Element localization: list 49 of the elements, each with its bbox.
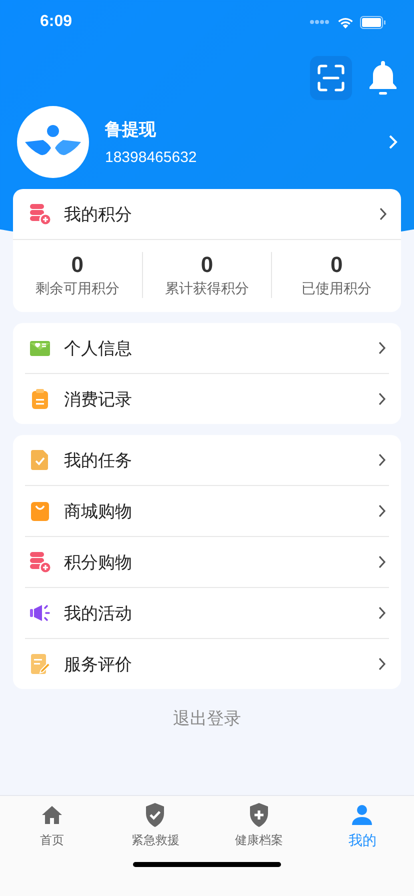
chevron-icon (378, 453, 386, 467)
pencil-note-icon (28, 652, 52, 676)
tab-item[interactable]: 健康档案 (207, 802, 310, 860)
shield-plus-icon (248, 802, 270, 828)
points-value: 0 (200, 252, 214, 278)
menu-label: 我的任务 (64, 450, 133, 472)
menu-label: 商城购物 (64, 500, 133, 522)
menu-label: 个人信息 (64, 338, 133, 360)
points-value: 0 (330, 252, 343, 278)
status-time: 6:09 (40, 13, 72, 31)
chevron-icon (379, 207, 387, 221)
points-value: 0 (71, 252, 84, 278)
menu-label: 积分购物 (64, 552, 133, 574)
menu-item[interactable]: 个人信息 (25, 323, 389, 374)
chevron-icon (388, 134, 398, 150)
menu-label: 我的活动 (64, 602, 133, 624)
menu-item[interactable]: 我的任务 (25, 435, 389, 486)
wifi-icon (337, 16, 354, 28)
menu-label: 消费记录 (64, 388, 133, 410)
signal-icon (309, 19, 331, 25)
menu-item[interactable]: 服务评价 (25, 639, 389, 689)
chevron-icon (378, 606, 386, 620)
tab-item[interactable]: 首页 (0, 802, 104, 860)
person-icon (351, 802, 374, 828)
tab-item[interactable]: 紧急救援 (104, 802, 207, 860)
shopping-bag-icon (28, 499, 52, 523)
user-name: 鲁提现 (105, 119, 157, 141)
battery-icon (360, 16, 386, 28)
chevron-icon (378, 504, 386, 518)
menu-label: 服务评价 (64, 654, 133, 676)
chevron-icon (378, 341, 386, 355)
menu-label: 我的积分 (64, 204, 133, 226)
phone-number: 18398465632 (105, 149, 198, 166)
coins-icon (28, 202, 52, 226)
shield-check-icon (144, 802, 166, 828)
menu-item[interactable]: 消费记录 (25, 374, 389, 424)
menu-item[interactable]: 商城购物 (25, 486, 389, 537)
coins-icon (28, 550, 52, 574)
chevron-icon (378, 657, 386, 671)
points-label: 累计获得积分 (165, 280, 249, 298)
chevron-icon (378, 555, 386, 569)
points-row[interactable]: 我的积分 (13, 189, 401, 240)
menu-item[interactable]: 我的活动 (25, 588, 389, 639)
chevron-icon (378, 392, 386, 406)
points-label: 已使用积分 (302, 280, 372, 298)
points-label: 剩余可用积分 (35, 280, 120, 298)
menu-item[interactable]: 积分购物 (25, 537, 389, 588)
scan-button[interactable] (310, 56, 352, 100)
avatar-logo (17, 106, 89, 178)
